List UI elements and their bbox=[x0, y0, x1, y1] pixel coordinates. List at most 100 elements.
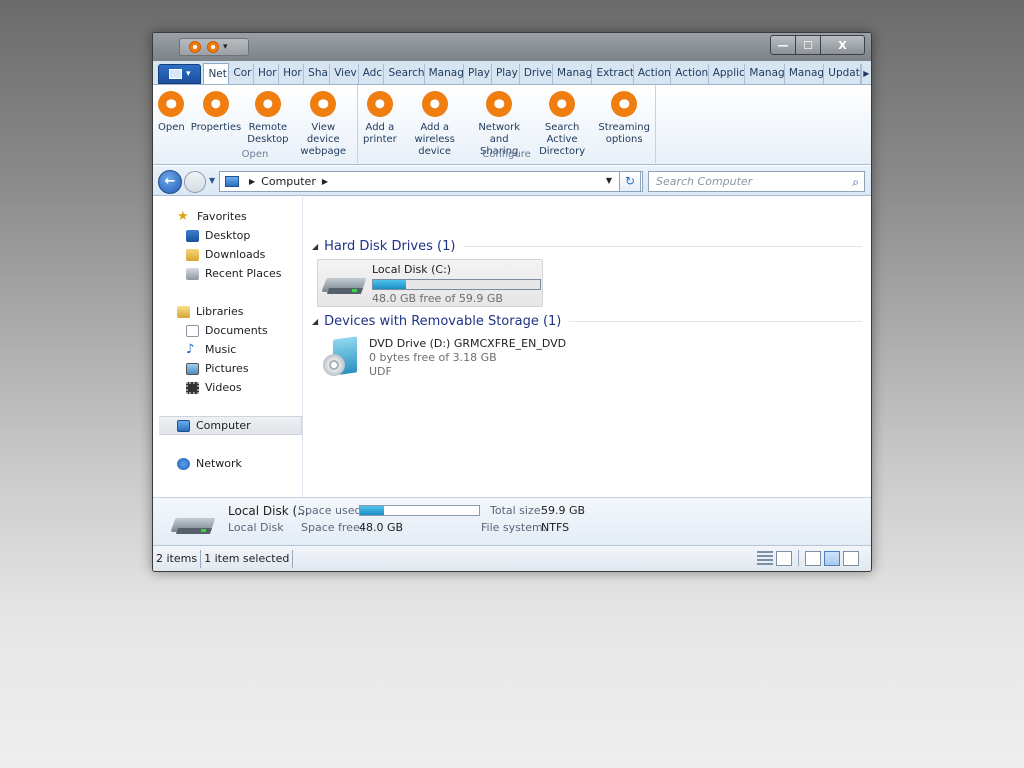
nav-item-recent-places[interactable]: Recent Places bbox=[153, 264, 302, 283]
details-pane-toggle-icon[interactable] bbox=[824, 550, 840, 566]
streaming-options-icon bbox=[611, 91, 638, 117]
nav-item-downloads[interactable]: Downloads bbox=[153, 245, 302, 264]
downloads-folder-icon bbox=[186, 248, 199, 261]
search-placeholder: Search Computer bbox=[656, 175, 753, 188]
search-active-directory-icon bbox=[549, 91, 576, 117]
tab-extract[interactable]: Extract bbox=[592, 64, 634, 84]
drive-free-space: 0 bytes free of 3.18 GB bbox=[369, 351, 497, 364]
details-space-free-label: Space free: bbox=[301, 521, 364, 534]
pictures-icon bbox=[186, 362, 199, 375]
tab-manage-3[interactable]: Manag bbox=[745, 64, 785, 84]
address-bar-row: ← ▼ ▶ Computer ▶ ▼ ↻ Search Computer ⌕ bbox=[153, 166, 871, 196]
open-icon bbox=[158, 91, 185, 117]
ribbon-group-label-configure: Configure bbox=[482, 149, 531, 160]
tab-play-2[interactable]: Play bbox=[492, 64, 520, 84]
tab-home-2[interactable]: Hor bbox=[279, 64, 305, 84]
details-space-used-label: Space used: bbox=[298, 504, 366, 517]
drive-tile-local-disk-c[interactable]: Local Disk (C:) 48.0 GB free of 59.9 GB bbox=[317, 259, 543, 307]
tab-manage-2[interactable]: Manag bbox=[553, 64, 593, 84]
forward-button[interactable] bbox=[184, 171, 206, 193]
preview-pane-toggle-icon[interactable] bbox=[843, 550, 859, 566]
tab-add[interactable]: Adc bbox=[359, 64, 385, 84]
drive-name: Local Disk (C:) bbox=[372, 263, 452, 276]
tab-search[interactable]: Search bbox=[384, 64, 425, 84]
hide-preview-pane-icon[interactable] bbox=[805, 550, 821, 566]
nav-item-pictures[interactable]: Pictures bbox=[153, 359, 302, 378]
recent-pages-dropdown-icon[interactable]: ▼ bbox=[209, 176, 215, 185]
address-history-dropdown-icon[interactable]: ▼ bbox=[606, 176, 612, 185]
tab-view[interactable]: Viev bbox=[330, 64, 359, 84]
desktop-icon bbox=[186, 229, 199, 242]
status-bar: 2 items 1 item selected bbox=[153, 545, 871, 571]
drive-tile-dvd-d[interactable]: DVD Drive (D:) GRMCXFRE_EN_DVD 0 bytes f… bbox=[317, 334, 577, 382]
nav-item-libraries[interactable]: Libraries bbox=[153, 302, 302, 321]
videos-icon bbox=[186, 381, 199, 394]
nav-item-videos[interactable]: Videos bbox=[153, 378, 302, 397]
section-header-hard-disk-drives[interactable]: ◢ Hard Disk Drives (1) bbox=[312, 239, 862, 254]
status-item-count: 2 items bbox=[153, 549, 202, 568]
tab-drive[interactable]: Drive bbox=[520, 64, 554, 84]
dvd-drive-icon bbox=[323, 336, 359, 380]
quick-access-orange-icon[interactable] bbox=[189, 41, 201, 53]
quick-access-orange-icon[interactable] bbox=[207, 41, 219, 53]
tab-manage-1[interactable]: Manag bbox=[425, 64, 465, 84]
tab-play-1[interactable]: Play bbox=[464, 64, 492, 84]
details-view-icon[interactable] bbox=[757, 550, 773, 566]
remote-desktop-icon bbox=[254, 91, 281, 117]
details-pane: Local Disk (... Local Disk Space used: S… bbox=[153, 497, 871, 545]
nav-item-network[interactable]: Network bbox=[153, 454, 302, 473]
quick-access-dropdown-icon[interactable]: ▾ bbox=[223, 42, 228, 52]
ribbon-group-configure: Add a printer Add a wireless device Networ… bbox=[358, 85, 656, 163]
collapse-triangle-icon[interactable]: ◢ bbox=[312, 242, 318, 251]
address-input[interactable]: ▶ Computer ▶ ▼ bbox=[219, 171, 643, 192]
ribbon: Open Properties Remote Desktop View devic… bbox=[153, 85, 871, 165]
tab-update[interactable]: Updat bbox=[824, 64, 861, 84]
star-icon: ★ bbox=[177, 208, 189, 224]
view-device-webpage-icon bbox=[310, 91, 337, 117]
search-input[interactable]: Search Computer ⌕ bbox=[648, 171, 865, 192]
nav-item-documents[interactable]: Documents bbox=[153, 321, 302, 340]
collapse-triangle-icon[interactable]: ◢ bbox=[312, 317, 318, 326]
section-header-removable-storage[interactable]: ◢ Devices with Removable Storage (1) bbox=[312, 314, 862, 329]
breadcrumb-separator-icon[interactable]: ▶ bbox=[249, 177, 255, 186]
maximize-button[interactable]: ☐ bbox=[796, 35, 821, 55]
details-total-size-value: 59.9 GB bbox=[541, 504, 586, 517]
nav-item-desktop[interactable]: Desktop bbox=[153, 226, 302, 245]
drive-free-space: 48.0 GB free of 59.9 GB bbox=[372, 292, 503, 305]
search-icon[interactable]: ⌕ bbox=[852, 173, 859, 192]
tab-action-1[interactable]: Action bbox=[634, 64, 672, 84]
tab-scroll-right-icon[interactable]: ▶ bbox=[860, 64, 871, 84]
close-button[interactable]: X bbox=[821, 35, 865, 55]
back-button[interactable]: ← bbox=[158, 170, 182, 194]
nav-item-music[interactable]: ♪ Music bbox=[153, 340, 302, 359]
minimize-button[interactable]: — bbox=[770, 35, 796, 55]
breadcrumb-separator-icon[interactable]: ▶ bbox=[322, 177, 328, 186]
add-printer-icon bbox=[366, 91, 393, 117]
refresh-button[interactable]: ↻ bbox=[619, 171, 641, 192]
content-pane: ◢ Hard Disk Drives (1) Local Disk (C:) 4… bbox=[304, 197, 871, 497]
tab-action-2[interactable]: Action bbox=[671, 64, 709, 84]
large-icons-view-icon[interactable] bbox=[776, 550, 792, 566]
tab-network[interactable]: Net bbox=[203, 63, 230, 84]
computer-icon bbox=[177, 419, 190, 432]
nav-item-favorites[interactable]: ★ Favorites bbox=[153, 207, 302, 226]
refresh-icon: ↻ bbox=[624, 174, 636, 188]
window-controls: — ☐ X bbox=[770, 35, 865, 55]
tab-share[interactable]: Sha bbox=[304, 64, 331, 84]
details-item-name: Local Disk (... bbox=[228, 504, 309, 518]
ribbon-tab-bar: ▾ Net Cor Hor Hor Sha Viev Adc Search Ma… bbox=[153, 61, 871, 85]
drive-file-system: UDF bbox=[369, 365, 392, 378]
tab-home-1[interactable]: Hor bbox=[254, 64, 280, 84]
details-total-size-label: Total size: bbox=[490, 504, 545, 517]
breadcrumb-computer[interactable]: Computer bbox=[261, 175, 316, 188]
application-menu-button[interactable]: ▾ bbox=[158, 64, 202, 84]
status-selected-count: 1 item selected bbox=[201, 549, 294, 568]
details-file-system-value: NTFS bbox=[541, 521, 570, 534]
ribbon-group-open: Open Properties Remote Desktop View devic… bbox=[153, 85, 358, 163]
recent-places-icon bbox=[186, 267, 199, 280]
nav-item-computer[interactable]: Computer bbox=[159, 416, 302, 435]
tab-computer[interactable]: Cor bbox=[229, 64, 254, 84]
computer-icon bbox=[225, 176, 239, 187]
tab-application[interactable]: Applic bbox=[709, 64, 746, 84]
tab-manage-4[interactable]: Manag bbox=[785, 64, 825, 84]
